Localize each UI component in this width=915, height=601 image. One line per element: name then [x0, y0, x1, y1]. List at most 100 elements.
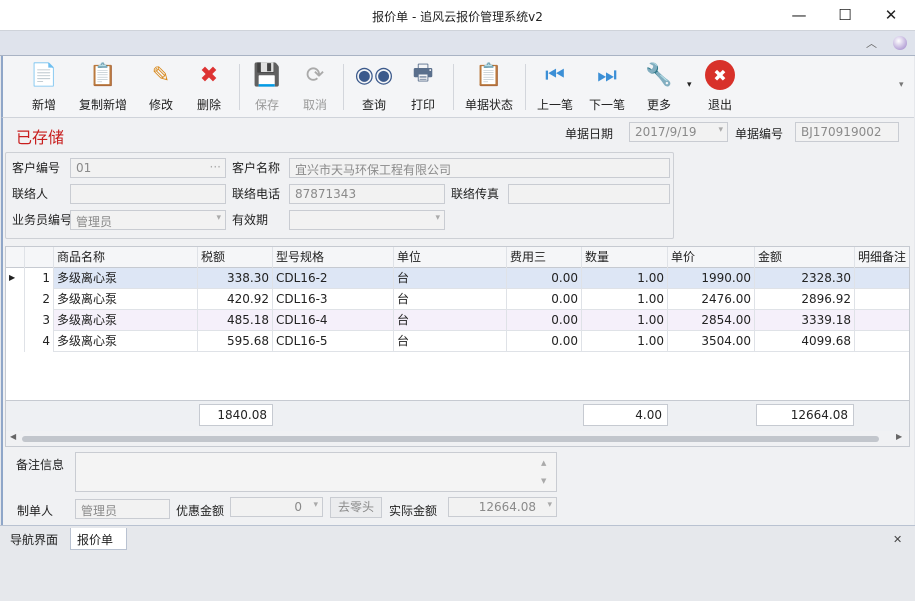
cell-name[interactable]: 多级离心泵: [54, 331, 198, 352]
toolbar-button-6[interactable]: ◉◉ 查询: [349, 60, 399, 116]
cell-model[interactable]: CDL16-2: [273, 268, 394, 289]
cell-price[interactable]: 3504.00: [668, 331, 755, 352]
dropdown-arrow-icon[interactable]: ▾: [718, 125, 723, 135]
maker-field[interactable]: 管理员: [75, 499, 170, 519]
column-header[interactable]: 明细备注: [855, 247, 909, 268]
customer-name-field[interactable]: 宜兴市天马环保工程有限公司: [289, 158, 670, 178]
dropdown-arrow-icon[interactable]: ▾: [547, 500, 552, 510]
cell-note[interactable]: [855, 310, 909, 331]
toolbar-button-4[interactable]: 💾 保存: [245, 60, 289, 116]
cell-note[interactable]: [855, 331, 909, 352]
cell-amount[interactable]: 2896.92: [755, 289, 855, 310]
cell-qty[interactable]: 1.00: [582, 268, 668, 289]
cell-amount[interactable]: 3339.18: [755, 310, 855, 331]
close-tab-icon[interactable]: ✕: [893, 533, 902, 546]
cell-qty[interactable]: 1.00: [582, 310, 668, 331]
cell-price[interactable]: 1990.00: [668, 268, 755, 289]
cell-name[interactable]: 多级离心泵: [54, 268, 198, 289]
scroll-left-icon[interactable]: ◀: [10, 432, 16, 441]
column-header[interactable]: 商品名称: [54, 247, 198, 268]
more-dropdown-icon[interactable]: ▾: [687, 80, 692, 90]
lookup-button[interactable]: ···: [210, 160, 221, 174]
dropdown-arrow-icon[interactable]: ▾: [313, 500, 318, 510]
cell-model[interactable]: CDL16-3: [273, 289, 394, 310]
cell-qty[interactable]: 1.00: [582, 289, 668, 310]
table-row[interactable]: 3 多级离心泵 485.18 CDL16-4 台 0.00 1.00 2854.00 3339.…: [6, 310, 909, 331]
cell-tax[interactable]: 420.92: [198, 289, 273, 310]
cell-note[interactable]: [855, 268, 909, 289]
phone-field[interactable]: 87871343: [289, 184, 445, 204]
cell-fee3[interactable]: 0.00: [507, 289, 582, 310]
cell-tax[interactable]: 338.30: [198, 268, 273, 289]
cell-price[interactable]: 2854.00: [668, 310, 755, 331]
fax-field[interactable]: [508, 184, 670, 204]
column-header[interactable]: 型号规格: [273, 247, 394, 268]
toolbar-overflow-icon[interactable]: ▾: [899, 80, 904, 90]
number-field[interactable]: BJ170919002: [795, 122, 899, 142]
toolbar-button-12[interactable]: ✖ 退出: [695, 60, 745, 116]
horizontal-scrollbar[interactable]: ◀ ▶: [6, 431, 909, 446]
toolbar-button-7[interactable]: 🖶 打印: [401, 60, 445, 116]
current-row-indicator-icon[interactable]: ▶: [6, 268, 25, 289]
toolbar-button-2[interactable]: ✎ 修改: [139, 60, 183, 116]
table-row[interactable]: 4 多级离心泵 595.68 CDL16-5 台 0.00 1.00 3504.00 4099.…: [6, 331, 909, 352]
column-header[interactable]: 单位: [394, 247, 507, 268]
toolbar-button-10[interactable]: ⏭ 下一笔: [583, 60, 631, 116]
salesman-field[interactable]: 管理员 ▾: [70, 210, 226, 230]
tab-navigation[interactable]: 导航界面: [4, 528, 68, 550]
column-header[interactable]: 金额: [755, 247, 855, 268]
cell-qty[interactable]: 1.00: [582, 331, 668, 352]
minimize-button[interactable]: —: [776, 0, 822, 30]
column-header[interactable]: 税额: [198, 247, 273, 268]
row-indicator[interactable]: [6, 310, 25, 331]
dropdown-arrow-icon[interactable]: ▾: [435, 213, 440, 223]
contact-field[interactable]: [70, 184, 226, 204]
toolbar-button-9[interactable]: ⏮ 上一笔: [531, 60, 579, 116]
dropdown-arrow-icon[interactable]: ▾: [216, 213, 221, 223]
toolbar-button-3[interactable]: ✖ 删除: [187, 60, 231, 116]
cell-tax[interactable]: 485.18: [198, 310, 273, 331]
cell-price[interactable]: 2476.00: [668, 289, 755, 310]
actual-amount-field[interactable]: 12664.08 ▾: [448, 497, 557, 517]
column-header[interactable]: 单价: [668, 247, 755, 268]
toolbar-button-0[interactable]: 📄 新增: [11, 60, 77, 116]
tab-quotation[interactable]: 报价单: [70, 528, 127, 550]
column-header[interactable]: 费用三: [507, 247, 582, 268]
toolbar-button-8[interactable]: 📋 单据状态: [458, 60, 520, 116]
row-indicator[interactable]: [6, 331, 25, 352]
toolbar-button-1[interactable]: 📋 复制新增: [73, 60, 133, 116]
scroll-right-icon[interactable]: ▶: [896, 432, 902, 441]
toolbar-button-11[interactable]: 🔧 更多: [637, 60, 681, 116]
cell-unit[interactable]: 台: [394, 331, 507, 352]
toolbar-button-5[interactable]: ⟳ 取消: [293, 60, 337, 116]
collapse-chevron-icon[interactable]: ︿: [866, 35, 877, 51]
cell-name[interactable]: 多级离心泵: [54, 289, 198, 310]
scrollbar-thumb[interactable]: [22, 436, 879, 442]
cell-note[interactable]: [855, 289, 909, 310]
discount-field[interactable]: 0 ▾: [230, 497, 323, 517]
customer-code-field[interactable]: 01 ···: [70, 158, 226, 178]
cell-model[interactable]: CDL16-5: [273, 331, 394, 352]
maximize-button[interactable]: ☐: [822, 0, 868, 30]
round-off-button[interactable]: 去零头: [330, 497, 382, 518]
cell-fee3[interactable]: 0.00: [507, 268, 582, 289]
close-button[interactable]: ✕: [868, 0, 914, 30]
theme-orb-icon[interactable]: [893, 36, 907, 50]
cell-model[interactable]: CDL16-4: [273, 310, 394, 331]
row-indicator[interactable]: [6, 289, 25, 310]
cell-unit[interactable]: 台: [394, 289, 507, 310]
cell-fee3[interactable]: 0.00: [507, 310, 582, 331]
remark-textarea[interactable]: [75, 452, 557, 492]
table-row[interactable]: 2 多级离心泵 420.92 CDL16-3 台 0.00 1.00 2476.00 2896.…: [6, 289, 909, 310]
column-header[interactable]: 数量: [582, 247, 668, 268]
validity-field[interactable]: ▾: [289, 210, 445, 230]
table-row[interactable]: ▶ 1 多级离心泵 338.30 CDL16-2 台 0.00 1.00 1990.00 2328…: [6, 268, 909, 289]
cell-fee3[interactable]: 0.00: [507, 331, 582, 352]
cell-name[interactable]: 多级离心泵: [54, 310, 198, 331]
cell-unit[interactable]: 台: [394, 310, 507, 331]
remark-scroll-icons[interactable]: ▲ ▼: [541, 454, 546, 490]
date-field[interactable]: 2017/9/19 ▾: [629, 122, 728, 142]
cell-unit[interactable]: 台: [394, 268, 507, 289]
cell-amount[interactable]: 2328.30: [755, 268, 855, 289]
cell-amount[interactable]: 4099.68: [755, 331, 855, 352]
